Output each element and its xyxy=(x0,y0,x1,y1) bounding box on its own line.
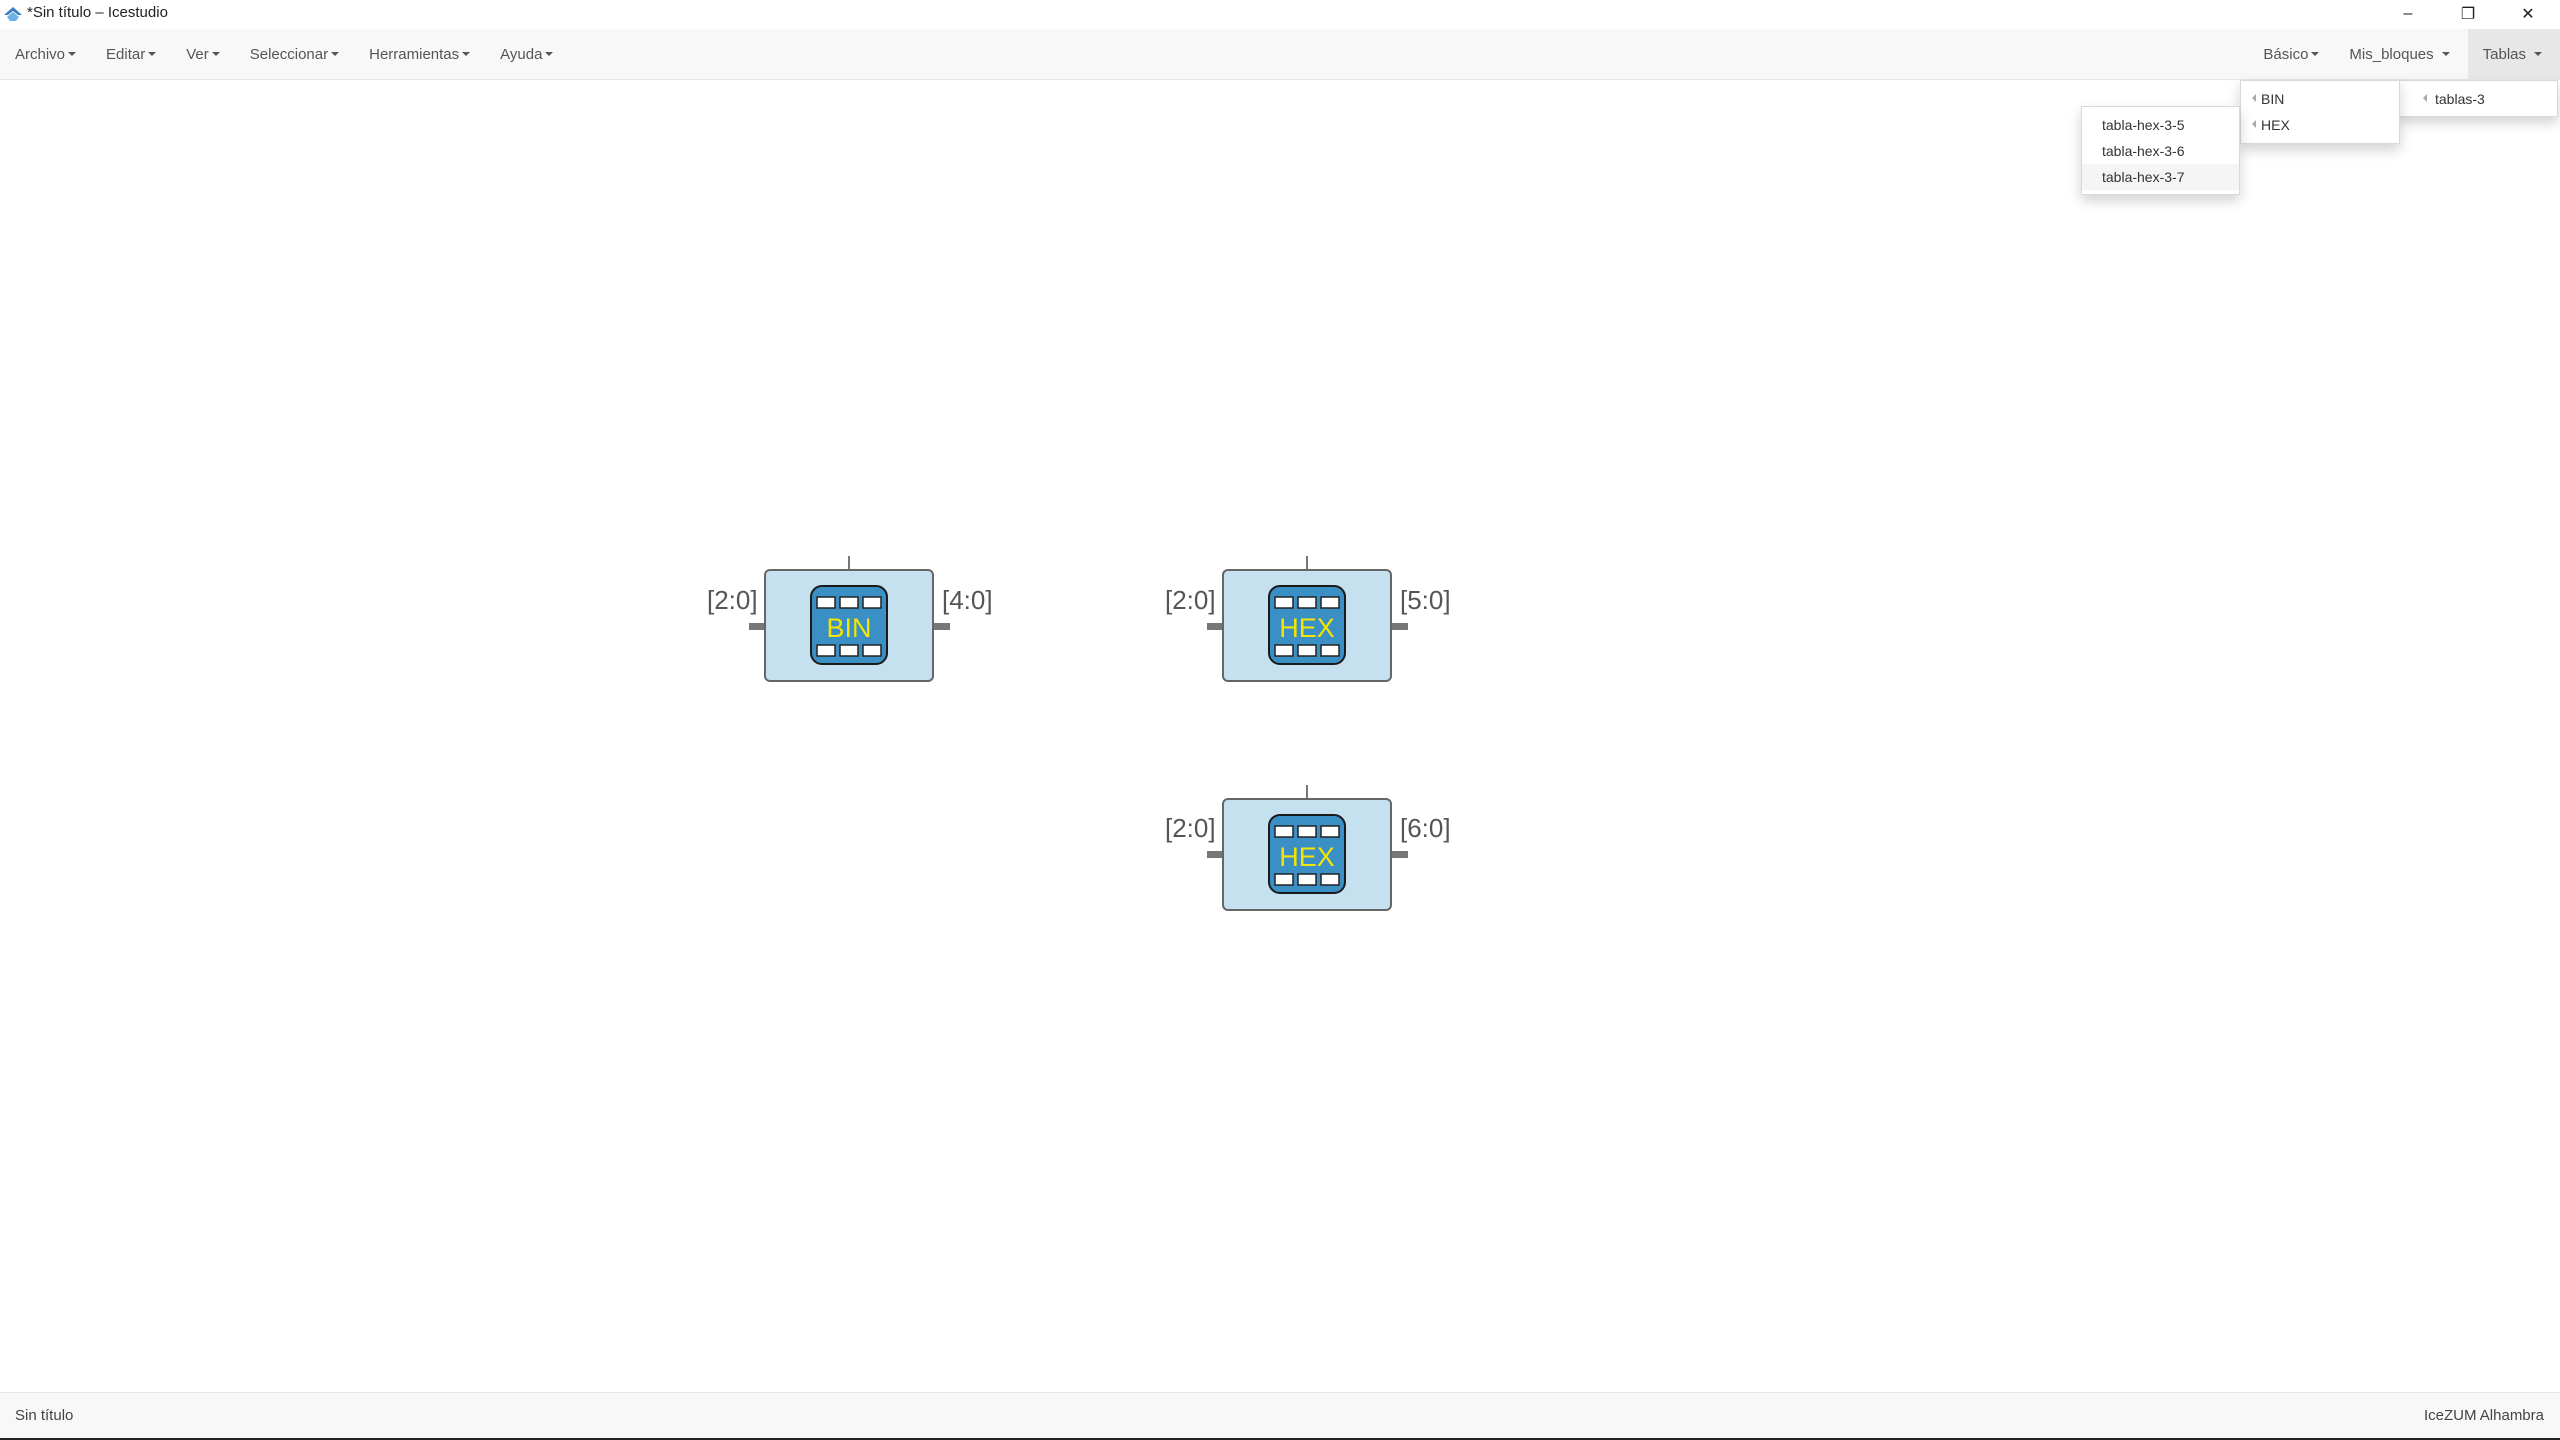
output-port-label: [6:0] xyxy=(1400,813,1451,843)
close-button[interactable]: ✕ xyxy=(2500,0,2556,28)
output-port[interactable] xyxy=(934,623,950,630)
caret-down-icon xyxy=(2441,52,2450,56)
menu-mis-bloques[interactable]: Mis_bloques xyxy=(2334,29,2467,79)
caret-down-icon xyxy=(68,52,77,56)
block-icon-label: HEX xyxy=(1279,613,1335,643)
input-port-label: [2:0] xyxy=(1165,585,1216,615)
top-port[interactable] xyxy=(1306,556,1308,570)
input-port-label: [2:0] xyxy=(707,585,758,615)
project-name: Sin título xyxy=(15,1407,74,1424)
board-selector[interactable]: IceZUM Alhambra xyxy=(2424,1407,2544,1424)
status-bar: Sin título IceZUM Alhambra xyxy=(0,1392,2560,1439)
input-port[interactable] xyxy=(1207,623,1223,630)
block-body[interactable]: HEX xyxy=(1222,798,1392,911)
menu-seleccionar[interactable]: Seleccionar xyxy=(235,29,354,79)
icestudio-logo-icon xyxy=(4,7,22,21)
table-icon: HEX xyxy=(1268,585,1346,665)
table-icon: BIN xyxy=(810,585,888,665)
block-icon-label: BIN xyxy=(826,613,871,643)
menu-right: Básico Mis_bloques Tablas xyxy=(2248,29,2560,79)
block-icon-label: HEX xyxy=(1279,842,1335,872)
menu-archivo[interactable]: Archivo xyxy=(0,29,91,79)
minimize-button[interactable]: – xyxy=(2380,0,2436,28)
output-port-label: [4:0] xyxy=(942,585,993,615)
caret-down-icon xyxy=(2311,52,2320,56)
output-port-label: [5:0] xyxy=(1400,585,1451,615)
top-port[interactable] xyxy=(1306,785,1308,799)
restore-button[interactable]: ❐ xyxy=(2440,0,2496,28)
title-bar: *Sin título – Icestudio – ❐ ✕ xyxy=(0,0,2560,28)
caret-down-icon xyxy=(2534,52,2542,56)
caret-down-icon xyxy=(462,52,471,56)
caret-down-icon xyxy=(148,52,157,56)
caret-down-icon xyxy=(211,52,220,56)
menu-herramientas[interactable]: Herramientas xyxy=(354,29,485,79)
table-icon: HEX xyxy=(1268,814,1346,894)
block-body[interactable]: BIN xyxy=(764,569,934,682)
menu-tablas[interactable]: Tablas xyxy=(2467,29,2560,79)
design-canvas[interactable]: [2:0] BIN [4:0] [2:0] HEX [5:0] [2:0] HE… xyxy=(0,80,2560,1392)
caret-down-icon xyxy=(331,52,340,56)
input-port[interactable] xyxy=(749,623,765,630)
menu-basico[interactable]: Básico xyxy=(2248,29,2334,79)
output-port[interactable] xyxy=(1392,623,1408,630)
input-port-label: [2:0] xyxy=(1165,813,1216,843)
menu-ver[interactable]: Ver xyxy=(171,29,235,79)
menu-bar: Archivo Editar Ver Seleccionar Herramien… xyxy=(0,29,2560,80)
menu-ayuda[interactable]: Ayuda xyxy=(485,29,568,79)
block-body[interactable]: HEX xyxy=(1222,569,1392,682)
menu-editar[interactable]: Editar xyxy=(91,29,171,79)
menu-left: Archivo Editar Ver Seleccionar Herramien… xyxy=(0,29,568,79)
input-port[interactable] xyxy=(1207,851,1223,858)
window-title: *Sin título – Icestudio xyxy=(27,4,168,21)
caret-down-icon xyxy=(545,52,554,56)
output-port[interactable] xyxy=(1392,851,1408,858)
top-port[interactable] xyxy=(848,556,850,570)
